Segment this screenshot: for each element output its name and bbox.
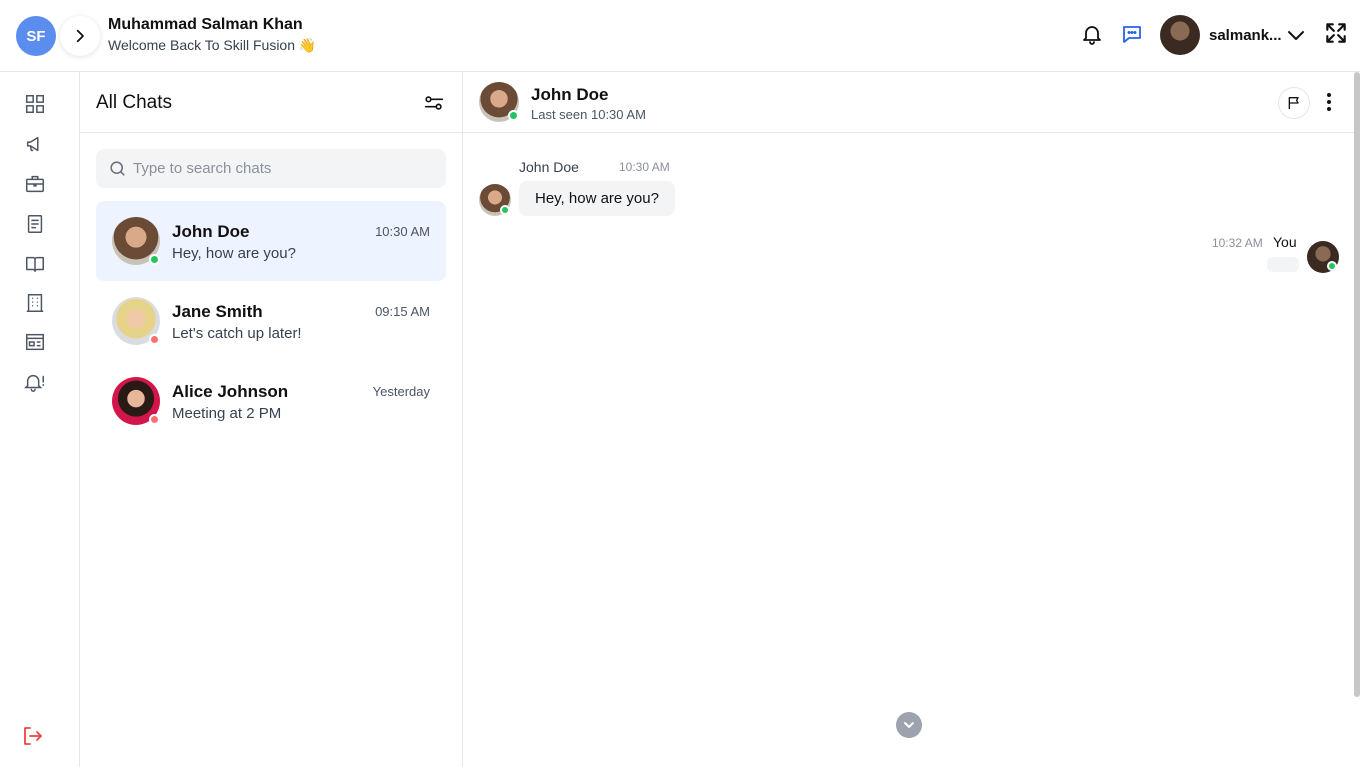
offline-status-dot (149, 334, 160, 345)
online-status-dot (508, 110, 519, 121)
chat-name: Alice Johnson (172, 382, 289, 401)
report-button[interactable] (1278, 87, 1310, 119)
welcome-message: Welcome Back To Skill Fusion 👋 (108, 37, 317, 53)
document-icon[interactable] (24, 213, 46, 235)
online-status-dot (1327, 261, 1337, 271)
chat-preview: Meeting at 2 PM (172, 405, 282, 422)
alert-bell-icon[interactable] (24, 371, 46, 393)
book-icon[interactable] (24, 253, 46, 275)
last-seen-label: Last seen 10:30 AM (531, 107, 646, 122)
app-logo[interactable]: SF (16, 16, 56, 56)
chevron-right-icon (76, 29, 84, 43)
chat-list-title: All Chats (96, 92, 173, 113)
offline-status-dot (149, 414, 160, 425)
contact-name: John Doe (531, 85, 609, 104)
search-icon (108, 159, 127, 178)
dashboard-icon[interactable] (24, 93, 46, 115)
message-time: 10:30 AM (619, 160, 670, 174)
online-status-dot (149, 254, 160, 265)
search-box (96, 149, 446, 188)
conversation-panel: John Doe Last seen 10:30 AM John Doe 10:… (463, 72, 1360, 767)
chat-preview: Let's catch up later! (172, 325, 302, 342)
logout-icon[interactable] (20, 724, 44, 748)
notifications-bell-icon[interactable] (1080, 22, 1104, 46)
search-input[interactable] (133, 149, 433, 188)
filter-icon[interactable] (423, 92, 445, 114)
flag-icon (1288, 97, 1299, 109)
online-status-dot (500, 205, 510, 215)
message-time: 10:32 AM (1212, 236, 1263, 250)
megaphone-icon[interactable] (24, 133, 46, 155)
chat-list-panel: All Chats John Doe Hey, how are you? 10:… (80, 72, 463, 767)
scroll-to-bottom-button[interactable] (896, 712, 922, 738)
message-bubble-outgoing (1267, 257, 1299, 272)
message-sender: John Doe (519, 159, 579, 175)
navigation-rail (0, 72, 80, 767)
chevron-down-icon (904, 722, 914, 728)
chat-name: John Doe (172, 222, 250, 241)
chevron-down-icon[interactable] (1284, 23, 1308, 47)
chat-time: Yesterday (372, 384, 430, 399)
message-bubble-incoming: Hey, how are you? (519, 181, 675, 216)
conversation-header: John Doe Last seen 10:30 AM (463, 72, 1360, 133)
messages-icon[interactable] (1120, 22, 1144, 46)
chat-preview: Hey, how are you? (172, 245, 296, 262)
chat-list-item-jane-smith[interactable]: Jane Smith Let's catch up later! 09:15 A… (96, 281, 446, 361)
chat-time: 09:15 AM (375, 304, 430, 319)
chat-time: 10:30 AM (375, 224, 430, 239)
briefcase-icon[interactable] (24, 173, 46, 195)
more-options-icon[interactable] (1319, 91, 1339, 113)
chat-list-item-alice-johnson[interactable]: Alice Johnson Meeting at 2 PM Yesterday (96, 361, 446, 441)
expand-sidebar-button[interactable] (60, 16, 100, 56)
building-icon[interactable] (24, 292, 46, 314)
chat-name: Jane Smith (172, 302, 263, 321)
user-avatar[interactable] (1160, 15, 1200, 55)
chat-list-header: All Chats (80, 72, 462, 133)
top-header: SF Muhammad Salman Khan Welcome Back To … (0, 0, 1360, 72)
scrollbar[interactable] (1354, 72, 1360, 697)
newspaper-icon[interactable] (24, 331, 46, 353)
fullscreen-icon[interactable] (1323, 20, 1349, 46)
chat-list-item-john-doe[interactable]: John Doe Hey, how are you? 10:30 AM (96, 201, 446, 281)
username-label[interactable]: salmank... (1209, 27, 1282, 44)
message-sender: You (1273, 234, 1297, 250)
user-full-name: Muhammad Salman Khan (108, 16, 303, 33)
